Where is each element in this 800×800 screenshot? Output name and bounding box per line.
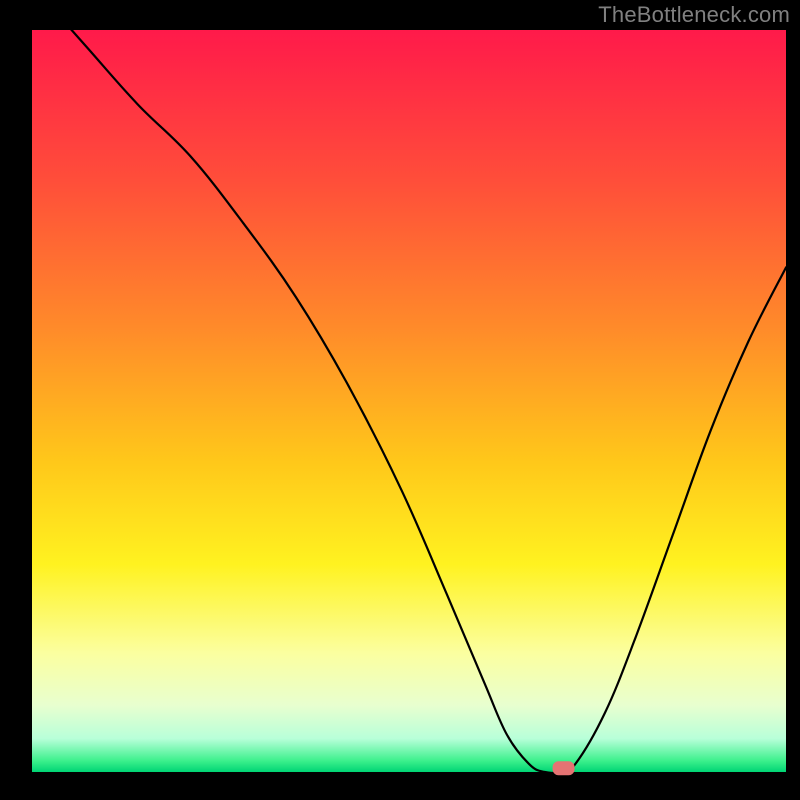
bottleneck-chart [0,0,800,800]
watermark-label: TheBottleneck.com [598,2,790,28]
chart-frame: TheBottleneck.com [0,0,800,800]
plot-background [32,30,786,772]
optimum-marker [553,761,575,775]
